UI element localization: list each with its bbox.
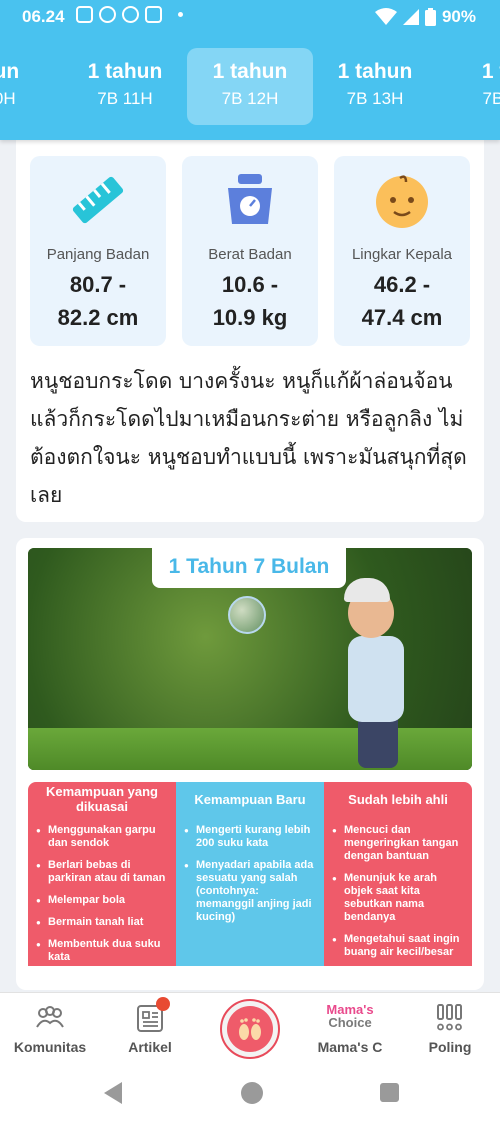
age-tab-sub: 7B 1 bbox=[482, 89, 500, 108]
notification-app-icon bbox=[76, 6, 93, 23]
center-feet-button[interactable] bbox=[220, 999, 280, 1059]
weight-value: 10.6 - 10.9 kg bbox=[182, 268, 318, 334]
head-value-line1: 46.2 - bbox=[373, 272, 431, 297]
scale-icon bbox=[228, 174, 272, 224]
status-time: 06.24 bbox=[22, 7, 65, 26]
list-item: Mengerti kurang lebih 200 suku kata bbox=[184, 824, 318, 850]
more-notifications-dot bbox=[178, 12, 183, 17]
system-status-icons: 90% bbox=[374, 7, 476, 27]
age-tab-label: 1 tahun bbox=[87, 60, 163, 83]
signal-icon bbox=[402, 9, 419, 25]
notification-badge bbox=[156, 997, 170, 1011]
photo-grass bbox=[28, 728, 472, 770]
folder-icon bbox=[145, 6, 162, 23]
length-label: Panjang Badan bbox=[46, 246, 150, 263]
list-item: Membentuk dua suku kata bbox=[36, 938, 170, 964]
head-stat: Lingkar Kepala 46.2 - 47.4 cm bbox=[334, 156, 470, 346]
new-skills-column: Kemampuan Baru Mengerti kurang lebih 200… bbox=[176, 782, 324, 968]
nav-mamas-label: Mama's C bbox=[317, 1039, 383, 1055]
poll-icon bbox=[437, 1004, 462, 1031]
age-tab[interactable]: 1 tahun 7B 13H bbox=[312, 48, 438, 125]
notification-icons bbox=[76, 6, 183, 23]
age-tab-label: hun bbox=[0, 60, 20, 83]
mamas-choice-logo: Mama's Choice bbox=[316, 1003, 384, 1029]
battery-icon bbox=[424, 8, 436, 26]
nav-komunitas[interactable]: Komunitas bbox=[0, 993, 100, 1065]
list-item: Mencuci dan mengeringkan tangan dengan b… bbox=[332, 824, 466, 863]
new-skills-list: Mengerti kurang lebih 200 suku kata Meny… bbox=[176, 816, 324, 966]
tiktok-icon bbox=[99, 6, 116, 23]
nav-poling[interactable]: Poling bbox=[400, 993, 500, 1065]
age-tab[interactable]: hun 10H bbox=[0, 48, 63, 125]
nav-artikel-label: Artikel bbox=[128, 1039, 172, 1055]
home-icon[interactable] bbox=[241, 1082, 263, 1104]
list-item: Bermain tanah liat bbox=[36, 916, 170, 929]
community-icon bbox=[36, 1006, 64, 1028]
age-tab-strip[interactable]: hun 10H 1 tahun 7B 11H 1 tahun 7B 12H 1 … bbox=[0, 48, 500, 126]
age-tab-selected[interactable]: 1 tahun 7B 12H bbox=[187, 48, 313, 125]
wifi-icon bbox=[374, 8, 397, 25]
age-tab-label: 1 tahun bbox=[212, 60, 288, 83]
length-value: 80.7 - 82.2 cm bbox=[30, 268, 166, 334]
milestone-card: 1 Tahun 7 Bulan Kemampuan yang dikuasai … bbox=[16, 538, 484, 990]
list-item: Berlari bebas di parkiran atau di taman bbox=[36, 859, 170, 885]
mastered-skills-list: Menggunakan garpu dan sendok Berlari beb… bbox=[28, 816, 176, 966]
age-tab-label: 1 ta bbox=[481, 60, 500, 83]
milestone-photo: 1 Tahun 7 Bulan bbox=[28, 548, 472, 770]
weight-value-line1: 10.6 - bbox=[221, 272, 279, 297]
baby-feet-icon bbox=[227, 1006, 273, 1052]
age-tab-sub: 7B 12H bbox=[221, 89, 279, 108]
head-label: Lingkar Kepala bbox=[351, 246, 453, 263]
list-item: Menggunakan garpu dan sendok bbox=[36, 824, 170, 850]
milestone-table: Kemampuan yang dikuasai Menggunakan garp… bbox=[28, 782, 472, 968]
ruler-icon bbox=[72, 176, 124, 224]
expert-skills-list: Mencuci dan mengeringkan tangan dengan b… bbox=[324, 816, 472, 966]
new-skills-header: Kemampuan Baru bbox=[176, 782, 324, 816]
nav-artikel[interactable]: Artikel bbox=[100, 993, 200, 1065]
list-item: Menunjuk ke arah objek saat kita sebutka… bbox=[332, 872, 466, 924]
sync-icon bbox=[122, 6, 139, 23]
weight-value-line2: 10.9 kg bbox=[212, 305, 288, 330]
length-stat: Panjang Badan 80.7 - 82.2 cm bbox=[30, 156, 166, 346]
top-bar: 06.24 90% hun 10H 1 tahun 7B 11H 1 tahun… bbox=[0, 0, 500, 140]
soap-bubble bbox=[228, 596, 266, 634]
child-body bbox=[348, 636, 404, 722]
head-value: 46.2 - 47.4 cm bbox=[334, 268, 470, 334]
expert-skills-column: Sudah lebih ahli Mencuci dan mengeringka… bbox=[324, 782, 472, 968]
age-tab-sub: 7B 11H bbox=[97, 89, 153, 108]
system-nav-bar bbox=[0, 1064, 500, 1126]
recents-icon[interactable] bbox=[380, 1083, 399, 1102]
length-value-line1: 80.7 - bbox=[69, 272, 127, 297]
nav-komunitas-label: Komunitas bbox=[13, 1039, 87, 1055]
list-item: Mengetahui saat ingin buang air kecil/be… bbox=[332, 933, 466, 959]
list-item: Menyadari apabila ada sesuatu yang salah… bbox=[184, 859, 318, 924]
age-tab-label: 1 tahun bbox=[337, 60, 413, 83]
back-icon[interactable] bbox=[104, 1082, 122, 1104]
age-tab-sub: 7B 13H bbox=[346, 89, 404, 108]
growth-card: Panjang Badan 80.7 - 82.2 cm Berat Badan… bbox=[16, 130, 484, 522]
length-value-line2: 82.2 cm bbox=[57, 305, 139, 330]
weight-label: Berat Badan bbox=[208, 246, 292, 263]
age-tab[interactable]: 1 tahun 7B 11H bbox=[62, 48, 188, 125]
nav-mamas-choice[interactable]: Mama's Choice Mama's C bbox=[300, 993, 400, 1065]
battery-percent: 90% bbox=[441, 7, 476, 26]
nav-poling-label: Poling bbox=[428, 1039, 472, 1055]
age-tab-sub: 10H bbox=[0, 89, 16, 108]
mamas-logo-bottom: Choice bbox=[328, 1015, 372, 1030]
expert-skills-header: Sudah lebih ahli bbox=[324, 782, 472, 816]
list-item: Melempar bola bbox=[36, 894, 170, 907]
age-tab[interactable]: 1 ta 7B 1 bbox=[437, 48, 500, 125]
age-banner: 1 Tahun 7 Bulan bbox=[152, 548, 346, 588]
development-description: หนูชอบกระโดด บางครั้งนะ หนูก็แก้ผ้าล่อนจ… bbox=[30, 369, 467, 507]
mastered-skills-column: Kemampuan yang dikuasai Menggunakan garp… bbox=[28, 782, 176, 968]
status-bar: 06.24 90% bbox=[0, 0, 500, 34]
head-value-line2: 47.4 cm bbox=[361, 305, 443, 330]
baby-face-icon bbox=[376, 175, 428, 228]
weight-stat: Berat Badan 10.6 - 10.9 kg bbox=[182, 156, 318, 346]
mastered-skills-header: Kemampuan yang dikuasai bbox=[28, 782, 176, 816]
bottom-nav: Komunitas Artikel Mama's Choice Mama's C… bbox=[0, 992, 500, 1064]
